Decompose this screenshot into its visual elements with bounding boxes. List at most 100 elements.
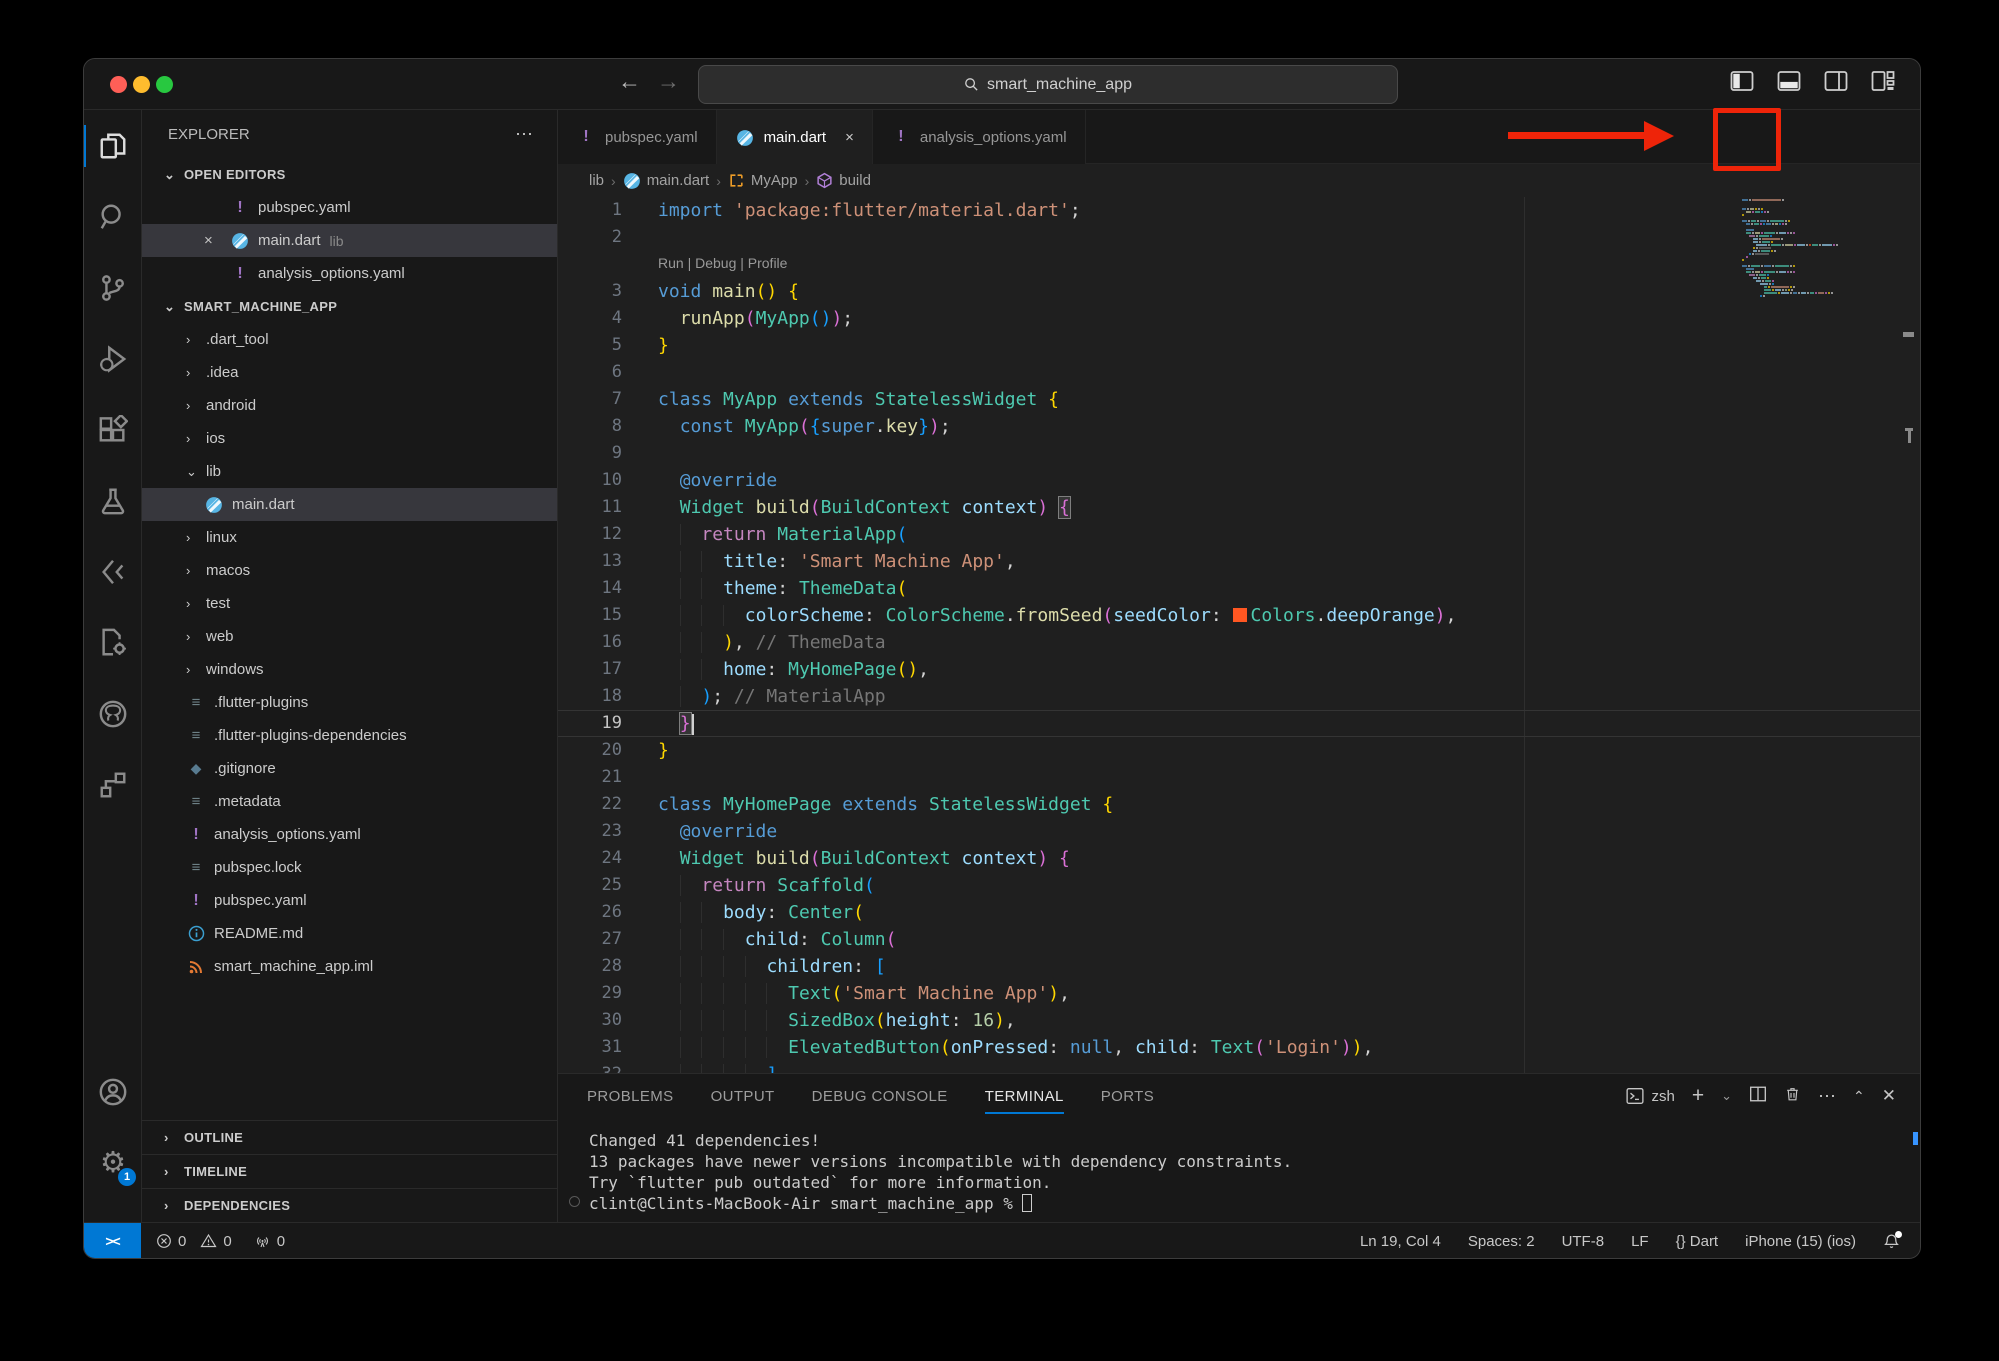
tree-item-pubspec.lock[interactable]: ≡pubspec.lock bbox=[142, 851, 557, 884]
error-icon bbox=[156, 1233, 172, 1249]
remote-indicator[interactable]: >< bbox=[84, 1223, 141, 1259]
status-dart[interactable]: {} Dart bbox=[1676, 1233, 1719, 1250]
breadcrumb-MyApp[interactable]: MyApp bbox=[728, 172, 798, 189]
navigate-back-button[interactable]: ← bbox=[618, 68, 641, 95]
navigate-forward-button[interactable]: → bbox=[657, 68, 680, 95]
new-terminal-icon[interactable]: + bbox=[1692, 1084, 1704, 1108]
activity-run-debug[interactable] bbox=[84, 330, 142, 388]
breadcrumb-separator: › bbox=[805, 173, 810, 189]
close-tab-icon[interactable]: × bbox=[845, 129, 854, 146]
tab-analysis_options.yaml[interactable]: !analysis_options.yaml bbox=[873, 110, 1086, 164]
panel-tab-debug-console[interactable]: DEBUG CONSOLE bbox=[812, 1074, 948, 1118]
minimize-window-button[interactable] bbox=[133, 76, 150, 93]
code-line-4: 4 runApp(MyApp()); bbox=[558, 305, 1920, 332]
split-terminal-icon[interactable] bbox=[1749, 1085, 1767, 1107]
tree-item-.flutter-plugins[interactable]: ≡.flutter-plugins bbox=[142, 686, 557, 719]
tree-item-macos[interactable]: ›macos bbox=[142, 554, 557, 587]
chevron-icon: › bbox=[186, 332, 198, 347]
section-dependencies[interactable]: ›DEPENDENCIES bbox=[142, 1188, 557, 1222]
section-timeline[interactable]: ›TIMELINE bbox=[142, 1154, 557, 1188]
tree-item-README.md[interactable]: README.md bbox=[142, 917, 557, 950]
panel-tab-terminal[interactable]: TERMINAL bbox=[985, 1074, 1064, 1118]
terminal-shell-selector[interactable]: zsh bbox=[1626, 1087, 1675, 1105]
toggle-secondary-sidebar-icon[interactable] bbox=[1823, 69, 1849, 93]
close-panel-icon[interactable]: ✕ bbox=[1882, 1086, 1896, 1106]
tree-item-windows[interactable]: ›windows bbox=[142, 653, 557, 686]
panel-tab-ports[interactable]: PORTS bbox=[1101, 1074, 1154, 1118]
project-root-header[interactable]: ⌄SMART_MACHINE_APP bbox=[142, 290, 557, 323]
activity-github[interactable] bbox=[84, 685, 142, 743]
customize-layout-icon[interactable] bbox=[1870, 69, 1896, 93]
tab-pubspec.yaml[interactable]: !pubspec.yaml bbox=[558, 110, 717, 164]
status-lf[interactable]: LF bbox=[1631, 1233, 1649, 1250]
open-editor-main.dart[interactable]: ×main.dartlib bbox=[142, 224, 557, 257]
color-swatch bbox=[1233, 608, 1247, 622]
activity-project-runner[interactable] bbox=[84, 614, 142, 672]
tree-item-pubspec.yaml[interactable]: !pubspec.yaml bbox=[142, 884, 557, 917]
tree-item-main.dart[interactable]: main.dart bbox=[142, 488, 557, 521]
terminal-dropdown-chevron-icon[interactable]: ⌄ bbox=[1721, 1088, 1732, 1104]
tree-item-.flutter-plugins-dependencies[interactable]: ≡.flutter-plugins-dependencies bbox=[142, 719, 557, 752]
activity-bar: ⚙1 bbox=[84, 110, 142, 1222]
status-bar: >< 0 0 0 Ln 19, Col 4 Spaces: 2 UTF-8 LF {} … bbox=[84, 1222, 1920, 1258]
close-editor-icon[interactable]: × bbox=[204, 232, 213, 249]
breadcrumb-build[interactable]: build bbox=[816, 172, 871, 189]
status-spaces-2[interactable]: Spaces: 2 bbox=[1468, 1233, 1535, 1250]
tree-item-.idea[interactable]: ›.idea bbox=[142, 356, 557, 389]
activity-testing[interactable] bbox=[84, 472, 142, 530]
close-window-button[interactable] bbox=[110, 76, 127, 93]
maximize-panel-icon[interactable]: ⌃ bbox=[1853, 1088, 1865, 1105]
tree-item-.metadata[interactable]: ≡.metadata bbox=[142, 785, 557, 818]
terminal-icon bbox=[1626, 1087, 1644, 1105]
activity-explorer[interactable] bbox=[84, 117, 142, 175]
activity-source-control[interactable] bbox=[84, 259, 142, 317]
toggle-primary-sidebar-icon[interactable] bbox=[1729, 69, 1755, 93]
tree-item-web[interactable]: ›web bbox=[142, 620, 557, 653]
tree-item-analysis_options.yaml[interactable]: !analysis_options.yaml bbox=[142, 818, 557, 851]
status-utf-8[interactable]: UTF-8 bbox=[1562, 1233, 1605, 1250]
activity-settings[interactable]: ⚙1 bbox=[84, 1134, 142, 1192]
terminal-output[interactable]: Changed 41 dependencies!13 packages have… bbox=[589, 1130, 1890, 1222]
zoom-window-button[interactable] bbox=[156, 76, 173, 93]
panel-tab-problems[interactable]: PROBLEMS bbox=[587, 1074, 674, 1118]
toggle-panel-icon[interactable] bbox=[1776, 69, 1802, 93]
open-editor-analysis_options.yaml[interactable]: !analysis_options.yaml bbox=[142, 257, 557, 290]
notifications-bell[interactable] bbox=[1883, 1233, 1900, 1250]
status-ln-19-col-4[interactable]: Ln 19, Col 4 bbox=[1360, 1233, 1441, 1250]
terminal-cursor bbox=[1022, 1194, 1032, 1212]
breadcrumb-lib[interactable]: lib bbox=[589, 172, 604, 189]
search-value: smart_machine_app bbox=[987, 76, 1132, 94]
tree-item-lib[interactable]: ⌄lib bbox=[142, 455, 557, 488]
open-editor-pubspec.yaml[interactable]: !pubspec.yaml bbox=[142, 191, 557, 224]
tree-item-.dart_tool[interactable]: ›.dart_tool bbox=[142, 323, 557, 356]
codelens-run-debug-profile[interactable]: Run | Debug | Profile bbox=[558, 251, 1920, 278]
command-center-search[interactable]: smart_machine_app bbox=[698, 65, 1398, 104]
tree-item-android[interactable]: ›android bbox=[142, 389, 557, 422]
panel-tab-output[interactable]: OUTPUT bbox=[711, 1074, 775, 1118]
terminal-line: Changed 41 dependencies! bbox=[589, 1130, 1890, 1151]
tree-item-smart_machine_app.iml[interactable]: smart_machine_app.iml bbox=[142, 950, 557, 983]
more-actions-icon[interactable]: ⋯ bbox=[515, 124, 533, 145]
activity-references[interactable] bbox=[84, 756, 142, 814]
kill-terminal-icon[interactable] bbox=[1784, 1085, 1801, 1107]
tree-item-.gitignore[interactable]: ◆.gitignore bbox=[142, 752, 557, 785]
breadcrumb-main.dart[interactable]: main.dart bbox=[623, 172, 710, 190]
open-editors-header[interactable]: ⌄OPEN EDITORS bbox=[142, 158, 557, 191]
activity-extensions[interactable] bbox=[84, 401, 142, 459]
problems-status[interactable]: 0 0 bbox=[156, 1233, 232, 1250]
tree-item-test[interactable]: ›test bbox=[142, 587, 557, 620]
tab-main.dart[interactable]: main.dart× bbox=[717, 110, 873, 165]
terminal-line: Try `flutter pub outdated` for more info… bbox=[589, 1172, 1890, 1193]
activity-flutter[interactable] bbox=[84, 543, 142, 601]
tree-item-linux[interactable]: ›linux bbox=[142, 521, 557, 554]
minimap[interactable] bbox=[1742, 199, 1852, 298]
search-icon bbox=[964, 77, 979, 92]
activity-search[interactable] bbox=[84, 188, 142, 246]
activity-accounts[interactable] bbox=[84, 1063, 142, 1121]
ports-status[interactable]: 0 bbox=[254, 1233, 285, 1250]
section-outline[interactable]: ›OUTLINE bbox=[142, 1120, 557, 1154]
panel-more-actions-icon[interactable]: ⋯ bbox=[1818, 1086, 1836, 1107]
tree-item-ios[interactable]: ›ios bbox=[142, 422, 557, 455]
status-iphone-15-ios[interactable]: iPhone (15) (ios) bbox=[1745, 1233, 1856, 1250]
code-editor[interactable]: 1import 'package:flutter/material.dart';… bbox=[558, 197, 1920, 1073]
